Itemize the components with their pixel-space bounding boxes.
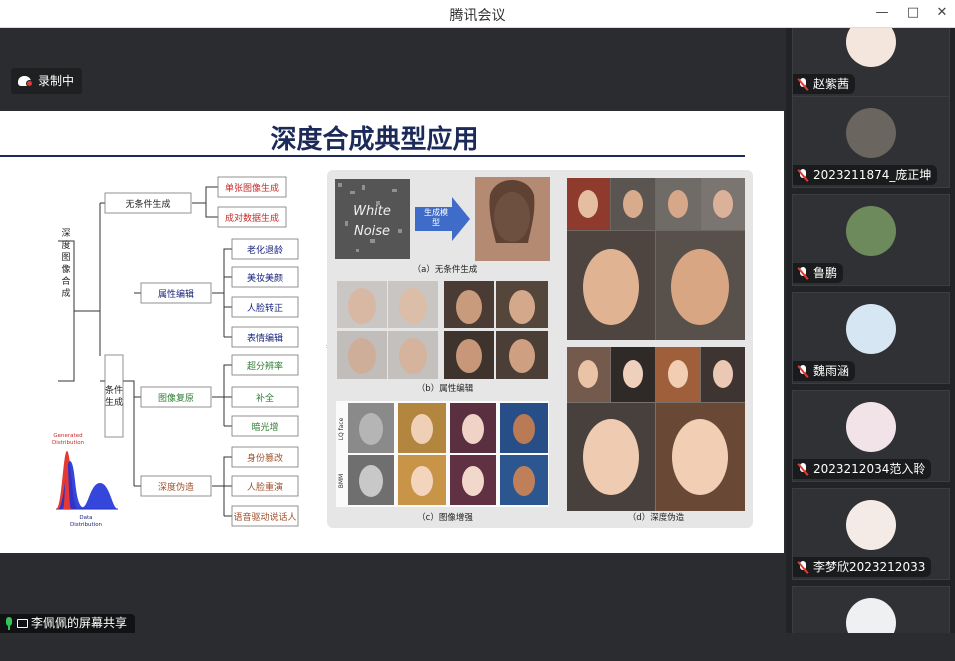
caption-d: （d）深度伪造 bbox=[628, 512, 685, 523]
participant-name: 赵紫茜 bbox=[813, 77, 850, 91]
participant-tile[interactable]: 鲁鹏 bbox=[792, 194, 950, 286]
participant-namebar: 鲁鹏 bbox=[793, 263, 844, 283]
recording-badge[interactable]: 录制中 bbox=[11, 68, 83, 94]
participant-tile[interactable]: 2023212034范入聆 bbox=[792, 390, 950, 482]
participant-namebar: 魏雨涵 bbox=[793, 361, 856, 381]
participant-name: 2023212034范入聆 bbox=[813, 462, 926, 476]
cloud-record-icon bbox=[18, 75, 34, 87]
minimize-icon[interactable]: — bbox=[872, 4, 892, 22]
participant-sidebar: 赵紫茜 2023211874_庞正坤 鲁鹏 魏雨涵 2023212034范入聆 bbox=[786, 28, 955, 633]
generated-distribution-label: Generated Distribution bbox=[52, 433, 85, 446]
tree-unconditional-label: 无条件生成 bbox=[125, 198, 170, 210]
avatar bbox=[846, 206, 896, 256]
screen-share-badge[interactable]: 李佩佩的屏幕共享 bbox=[0, 614, 136, 633]
participant-name: 鲁鹏 bbox=[813, 266, 838, 280]
distribution-plot: Generated Distribution Data Distribution bbox=[52, 433, 118, 528]
participant-namebar: 2023212034范入聆 bbox=[793, 459, 932, 479]
tree-unconditional-child-0: 单张图像生成 bbox=[225, 182, 279, 194]
tree-leaf-beauty: 美妆美颜 bbox=[247, 272, 283, 284]
tree-group-attribute-edit: 属性编辑 bbox=[158, 288, 194, 300]
microphone-icon bbox=[4, 617, 14, 630]
taxonomy-tree: 深度图像合成 无条件生成 单张图像生成 成对数据生成 条件生成 属性编辑 老化退… bbox=[52, 170, 753, 528]
tree-leaf-frontal: 人脸转正 bbox=[247, 302, 283, 314]
tree-group-deepfake: 深度伪造 bbox=[158, 481, 194, 493]
tree-leaf-reenact: 人脸重演 bbox=[247, 481, 283, 493]
participant-tile[interactable]: 赵紫茜 bbox=[792, 28, 950, 97]
tree-unconditional-child-1: 成对数据生成 bbox=[225, 212, 279, 224]
tree-leaf-lowlight: 暗光增 bbox=[251, 421, 278, 433]
mic-muted-icon bbox=[797, 77, 809, 91]
tree-leaf-superres: 超分辨率 bbox=[247, 360, 283, 372]
participant-tile[interactable] bbox=[792, 586, 950, 633]
mic-muted-icon bbox=[797, 266, 809, 280]
caption-c: （c）图像增强 bbox=[417, 512, 473, 523]
mic-muted-icon bbox=[797, 560, 809, 574]
bmm-label: BMM bbox=[338, 474, 345, 488]
figure-panel: White Noise 生成模型 （a）无条件生成 （b）属性编辑 LQ face… bbox=[327, 170, 753, 528]
data-distribution-label: Data Distribution bbox=[70, 515, 103, 528]
participant-name: 魏雨涵 bbox=[813, 364, 850, 378]
participant-namebar: 李梦欣2023212033 bbox=[793, 557, 932, 577]
participant-namebar: 赵紫茜 bbox=[793, 74, 856, 94]
title-bar: 腾讯会议 — □ ✕ bbox=[0, 0, 955, 28]
participant-namebar: 2023211874_庞正坤 bbox=[793, 165, 938, 185]
maximize-icon[interactable]: □ bbox=[903, 4, 923, 22]
tree-root-label: 深度图像合成 bbox=[61, 228, 70, 299]
mic-muted-icon bbox=[797, 462, 809, 476]
participant-tile[interactable]: 2023211874_庞正坤 bbox=[792, 96, 950, 188]
avatar bbox=[846, 402, 896, 452]
avatar bbox=[846, 28, 896, 67]
tree-leaf-expression: 表情编辑 bbox=[247, 332, 283, 344]
mic-muted-icon bbox=[797, 364, 809, 378]
avatar bbox=[846, 598, 896, 633]
participant-name: 李梦欣2023212033 bbox=[813, 560, 926, 574]
avatar bbox=[846, 304, 896, 354]
tree-leaf-talking: 语音驱动说话人 bbox=[233, 511, 296, 523]
tree-leaf-aging: 老化退龄 bbox=[247, 244, 283, 256]
tree-leaf-identity: 身份篡改 bbox=[247, 452, 283, 464]
window-title: 腾讯会议 bbox=[449, 8, 506, 24]
screen-share-label: 李佩佩的屏幕共享 bbox=[31, 616, 128, 630]
slide: 深度合成典型应用 深度图像合成 无条件生成 单张图像生成 成对数据生成 条件生成… bbox=[0, 111, 784, 553]
recording-label: 录制中 bbox=[38, 74, 75, 88]
participant-tile[interactable]: 魏雨涵 bbox=[792, 292, 950, 384]
participant-name: 2023211874_庞正坤 bbox=[813, 168, 932, 182]
mic-muted-icon bbox=[797, 168, 809, 182]
caption-b: （b）属性编辑 bbox=[417, 383, 474, 394]
screen-share-icon bbox=[17, 619, 28, 628]
tree-group-restoration: 图像复原 bbox=[158, 392, 194, 404]
close-icon[interactable]: ✕ bbox=[932, 4, 952, 22]
tree-leaf-inpaint: 补全 bbox=[256, 392, 274, 404]
lq-face-label: LQ face bbox=[338, 417, 345, 440]
caption-a: （a）无条件生成 bbox=[413, 264, 478, 275]
avatar bbox=[846, 500, 896, 550]
avatar bbox=[846, 108, 896, 158]
participant-tile[interactable]: 李梦欣2023212033 bbox=[792, 488, 950, 580]
shared-screen-area: 录制中 深度合成典型应用 深度图像合成 无条件生成 单张图像生成 成对数据生成 … bbox=[0, 28, 786, 661]
